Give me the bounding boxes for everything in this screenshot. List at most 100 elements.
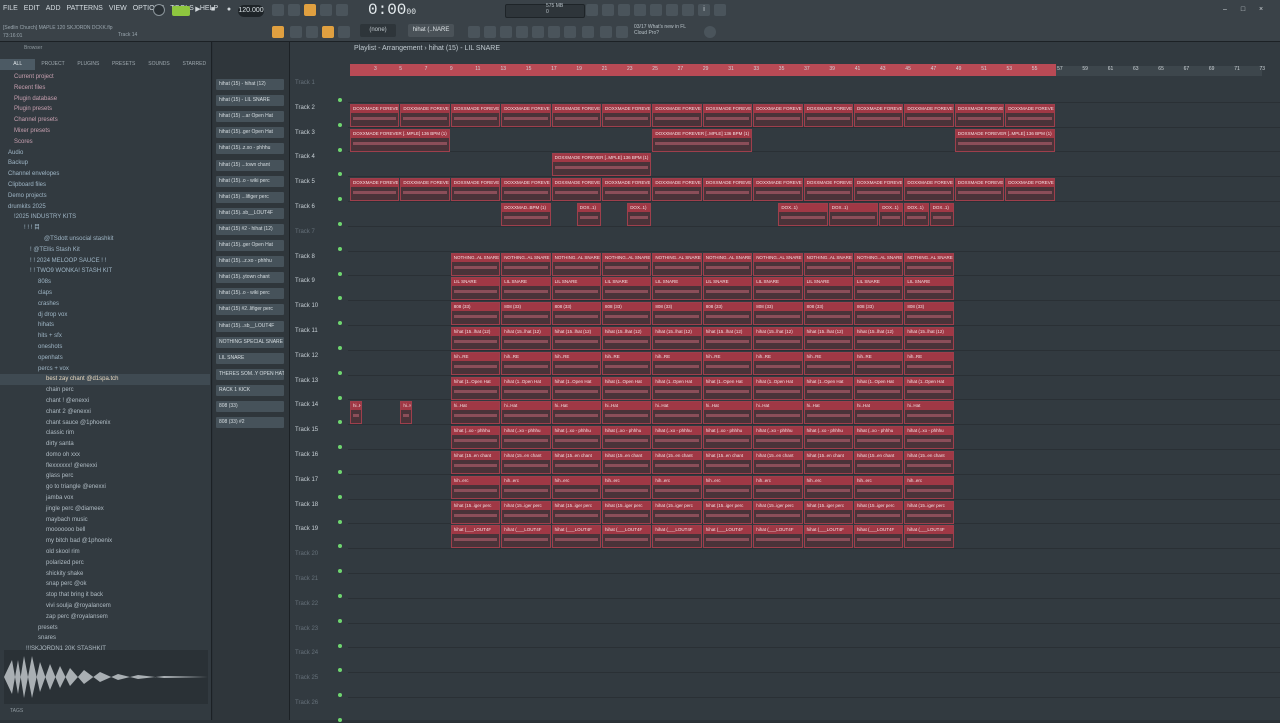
track-mute-led[interactable] [338,494,342,499]
channel-button[interactable]: NOTHING SPECIAL SNARE [216,336,284,348]
track-header[interactable]: Track 23 [295,626,318,632]
browser-item[interactable]: vivi soulja @royalancem [0,601,210,612]
browser-item[interactable]: best zay chant @d1spa.tch [0,374,210,386]
playlist-clip[interactable]: DOXXMADE FOREVER [..MPLE] 136 BPM (1) [803,178,853,202]
playlist-clip[interactable]: hihat (15..iger perc [904,500,954,524]
playlist-clip[interactable]: hih..RE [602,351,652,375]
track-mute-led[interactable] [338,147,342,152]
playlist-clip[interactable]: hihat (..xo - phhhu [702,426,753,450]
channel-button[interactable]: hihat (15) #2 - hihat (12) [216,223,284,235]
track-header[interactable]: Track 1 [295,80,315,86]
playlist-clip[interactable]: hihat (___LOUT4F [450,525,501,549]
playlist-clip[interactable]: hih..RE [652,351,702,375]
browser-item[interactable]: Channel presets [0,115,210,126]
browser-item[interactable]: chant 2 @enexxi [0,407,210,418]
playlist-clip[interactable]: DOXXMAD..BPM (1) [501,203,551,226]
playlist-clip[interactable]: hihat (..xo - phhhu [450,426,501,450]
tab-all[interactable]: ALL [0,59,36,70]
channel-button[interactable]: RACK 1 KICK [216,384,284,396]
playlist-clip[interactable]: hi..Hat [551,401,601,425]
tab-plugins[interactable]: PLUGINS [71,59,106,70]
playlist-clip[interactable]: DOXXMADE FOREVER [..MPLE] 136 BPM (1) [551,153,652,177]
track-mute-led[interactable] [338,693,342,698]
playlist-clip[interactable]: DOXXMADE FOREVER [..MPLE] 136 BPM (1) [350,128,450,152]
browser-item[interactable]: Plugin database [0,94,210,105]
playlist-clip[interactable]: DOXXMADE FOREVER [..MPLE] 136 BPM (1) [652,128,753,152]
playlist-clip[interactable]: hihat (1..Open Hat [551,376,601,400]
playlist-clip[interactable]: hihat (___LOUT4F [803,525,853,549]
tool-icon-7[interactable] [564,26,576,38]
track-mute-led[interactable] [338,395,342,400]
track-header[interactable]: Track 8 [295,254,315,260]
menu-file[interactable]: FILE [2,5,19,12]
channel-button[interactable]: hihat (15)...sb__LOUT4F [216,320,284,332]
browser-item[interactable]: crashes [0,299,210,310]
browser-item[interactable]: zap perc @royalansem [0,612,210,623]
playlist-clip[interactable]: hihat (___LOUT4F [602,525,652,549]
playlist-clip[interactable]: LIL SNARE [551,277,601,301]
snap-select[interactable]: (none) [360,24,396,37]
playlist-clip[interactable]: DOXXMADE FOREVER [..MPLE] 136 BPM (1) [551,178,601,202]
playlist-clip[interactable]: 808 (33) [904,302,954,326]
track-mute-led[interactable] [338,172,342,177]
playlist-clip[interactable]: LIL SNARE [602,277,652,301]
playlist-clip[interactable]: hihat (15..lhat (12) [551,327,601,350]
playlist-clip[interactable]: DOXXMADE FOREVER [..MPLE] 136 BPM (1) [753,178,803,202]
refresh-icon[interactable] [586,4,598,16]
playlist-clip[interactable]: LIL SNARE [501,277,551,301]
browser-item[interactable]: chain perc [0,385,210,396]
playlist-clip[interactable]: hihat (15..en chant [551,451,601,474]
playlist-clip[interactable]: hihat (1..Open Hat [501,376,551,400]
playlist-clip[interactable]: hih..RE [551,351,601,375]
playlist-clip[interactable]: hih..erc [904,475,954,499]
playlist-clip[interactable]: hihat (1..Open Hat [652,376,702,400]
browser-item[interactable]: Recent files [0,83,210,94]
news-icon[interactable] [704,26,716,38]
step-edit-icon[interactable] [336,4,348,16]
countdown-icon[interactable] [288,4,300,16]
track-header[interactable]: Track 20 [295,551,318,557]
playlist-clip[interactable]: hih..erc [803,475,853,499]
playlist-clip[interactable]: hihat (15..iger perc [753,500,803,524]
playlist-clip[interactable]: DOXXMADE FOREVER [..MPLE] 136 BPM (1) [602,103,652,127]
browser-item[interactable]: hits + sfx [0,331,210,342]
tab-starred[interactable]: STARRED [177,59,212,70]
playlist-clip[interactable]: hihat (15..iger perc [551,500,601,524]
track-header[interactable]: Track 2 [295,105,315,111]
playlist-clip[interactable]: DOXXMADE FOREVER [..MPLE] 136 BPM (1) [652,103,702,127]
playlist-clip[interactable]: DOX..1) [828,203,879,226]
playlist-clip[interactable]: hi..Hat [350,401,362,425]
playlist-clip[interactable]: DOXXMADE FOREVER [..MPLE] 136 BPM (1) [450,178,501,202]
playlist-clip[interactable]: hihat (..xo - phhhu [551,426,601,450]
playlist-clip[interactable]: DOXXMADE FOREVER [..MPLE] 136 BPM (1) [954,178,1005,202]
track-header[interactable]: Track 12 [295,353,318,359]
playlist-clip[interactable]: DOXXMADE FOREVER [..MPLE] 136 BPM (1) [350,178,400,202]
sample-preview-waveform[interactable] [4,650,208,704]
playlist-clip[interactable]: DOXXMADE FOREVER [..MPLE] 136 BPM (1) [954,128,1055,152]
playlist-clip[interactable]: DOX..1) [879,203,904,226]
playlist-clip[interactable]: hihat (..xo - phhhu [854,426,904,450]
playlist-clip[interactable]: hih..RE [904,351,954,375]
tool-icon-2[interactable] [484,26,496,38]
playlist-clip[interactable]: hihat (15..en chant [803,451,853,474]
download-icon[interactable] [714,4,726,16]
browser-item[interactable]: mooooooo bell [0,525,210,536]
browser-item[interactable]: ! ! ! 目 [0,223,210,234]
playlist-clip[interactable]: LIL SNARE [803,277,853,301]
playlist-clip[interactable]: hih..erc [753,475,803,499]
playlist-clip[interactable]: hi..Hat [400,401,412,425]
playlist-clip[interactable]: hihat (15..en chant [450,451,501,474]
current-pattern[interactable]: hihat (..NARE [408,24,454,37]
playlist-clip[interactable]: NOTHING..AL SNARE [501,252,551,276]
playlist-clip[interactable]: 808 (33) [501,302,551,326]
channel-button[interactable]: hihat (15)...z.xo - phhhu [216,256,284,268]
play-icon[interactable]: ▶ [192,4,204,16]
track-mute-led[interactable] [338,569,342,574]
browser-item[interactable]: maybach music [0,515,210,526]
track-header[interactable]: Track 13 [295,378,318,384]
playlist-clip[interactable]: hihat (15..lhat (12) [652,327,702,350]
browser-item[interactable]: !2025 INDUSTRY KITS [0,212,210,223]
menu-add[interactable]: ADD [45,5,62,12]
channel-button[interactable]: hihat (15)..sb__LOUT4F [216,207,284,219]
playlist-clip[interactable]: DOXXMADE FOREVER [..MPLE] 136 BPM (1) [1005,178,1055,202]
